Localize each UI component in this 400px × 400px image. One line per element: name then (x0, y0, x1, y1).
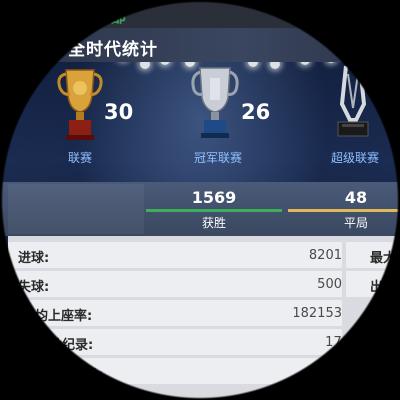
conceded-label: 失球: (18, 280, 50, 295)
draws-underline (288, 209, 400, 212)
attendance-label: 平均上座率: (22, 309, 93, 324)
champions-trophy-count: 26 (241, 100, 271, 124)
appearance-label: 出 (370, 280, 384, 295)
summary-empty-cell (8, 184, 144, 234)
draws-summary: 48 平局 (288, 184, 400, 234)
biggest-label: 最大 (370, 251, 397, 266)
draws-label: 平局 (343, 216, 368, 230)
table-row (8, 242, 342, 268)
win-streak-label: 连胜纪录: (36, 338, 94, 353)
champions-trophy-label: 冠军联赛 (193, 151, 242, 165)
win-streak-value: 174 (325, 335, 350, 350)
header-bar (0, 28, 400, 62)
table-row (8, 358, 342, 384)
wins-underline (146, 209, 282, 212)
top-strip (0, 0, 400, 28)
super-trophy-label: 超级联赛 (330, 151, 379, 165)
league-trophy-count: 30 (104, 100, 134, 124)
table-row (8, 271, 342, 297)
wins-summary: 1569 获胜 (146, 184, 282, 234)
goals-value: 8201 (308, 248, 342, 263)
wins-value: 1569 (191, 188, 237, 207)
page-title: 全时代统计 (68, 40, 158, 60)
super-trophy-icon (328, 64, 378, 144)
top-partial-title: 部 (110, 7, 127, 26)
league-trophy-label: 联赛 (67, 151, 92, 165)
goals-label: 进球: (18, 251, 50, 266)
gold-trophy-icon (56, 66, 104, 146)
draws-value: 48 (344, 188, 368, 207)
conceded-value: 500 (317, 277, 342, 292)
wins-label: 获胜 (201, 216, 226, 230)
stats-screen: 部 全时代统计 30 联赛 26 冠军联赛 超级联赛 1569 获胜 48 平局… (0, 0, 400, 400)
attendance-value: 182153 (292, 306, 342, 321)
silver-trophy-icon (190, 64, 240, 144)
record-label: 记录: (72, 368, 104, 383)
